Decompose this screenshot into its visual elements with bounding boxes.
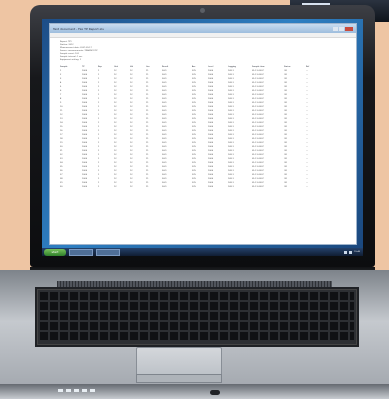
report-content: Report: TP1 Station: 3012 Measurement date…	[50, 38, 356, 192]
maximize-icon[interactable]	[339, 26, 344, 31]
table-cell: 24.9	[162, 186, 167, 188]
status-lights	[58, 389, 98, 392]
taskbar-item[interactable]	[96, 248, 120, 256]
start-button[interactable]: start	[44, 248, 66, 256]
touchpad-buttons[interactable]	[136, 374, 222, 383]
window-titlebar[interactable]: Text document - Fax TP Report.xls	[50, 24, 356, 33]
laptop-base	[0, 270, 389, 399]
front-edge	[0, 384, 389, 399]
report-header: Report: TP1 Station: 3012 Measurement date…	[60, 41, 346, 62]
taskbar-item[interactable]	[69, 248, 93, 256]
table-cell: 1000	[82, 186, 88, 188]
table-cell: 143.1	[228, 186, 234, 188]
laptop-lid: Text document - Fax TP Report.xls Report…	[30, 5, 375, 267]
taskbar: start 15:40	[42, 248, 363, 256]
window-title: Text document - Fax TP Report.xls	[53, 26, 104, 31]
display: Text document - Fax TP Report.xls Report…	[42, 19, 363, 256]
report-table: Sample TP Rep Unit Val Lim Result Acc Level Loggi…	[60, 65, 346, 189]
table-cell: 1	[98, 186, 100, 188]
close-icon[interactable]	[345, 26, 353, 31]
table-cell: OK	[284, 186, 287, 188]
table-cell: 225	[192, 186, 196, 188]
table-cell: 11	[146, 186, 149, 188]
report-header-line: Equipment setting: 1	[60, 59, 82, 61]
table-cell: 1000	[208, 186, 214, 188]
webcam	[200, 8, 205, 13]
table-cell: 12	[114, 186, 117, 188]
tray-icon[interactable]	[344, 250, 348, 254]
table-cell: 12	[130, 186, 133, 188]
table-cell: —	[306, 186, 308, 188]
table-cell: 30	[60, 186, 63, 188]
audio-port	[210, 390, 220, 395]
tray-icon[interactable]	[349, 250, 353, 254]
touchpad[interactable]	[136, 347, 222, 377]
table-cell: 01-11-2007	[252, 186, 264, 188]
document-window[interactable]: Text document - Fax TP Report.xls Report…	[49, 23, 357, 245]
keyboard[interactable]	[35, 287, 359, 347]
minimize-icon[interactable]	[333, 26, 338, 31]
clock[interactable]: 15:40	[354, 251, 360, 253]
system-tray: 15:40	[344, 250, 360, 254]
